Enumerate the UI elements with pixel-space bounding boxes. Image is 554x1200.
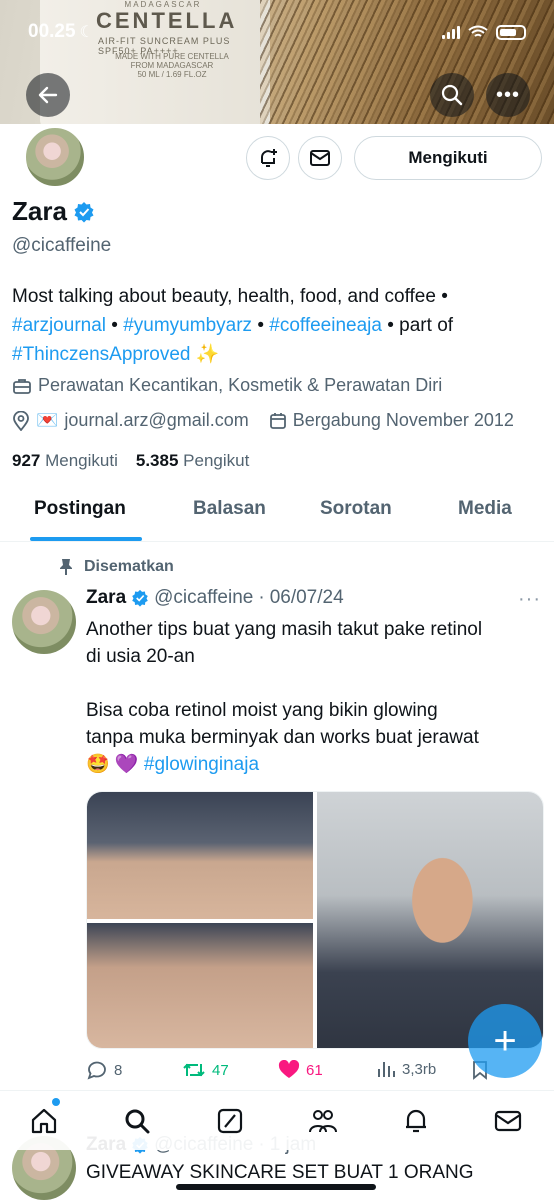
profile-handle: @cicaffeine xyxy=(12,235,112,256)
tab-media[interactable]: Media xyxy=(458,498,512,520)
briefcase-icon xyxy=(13,378,31,394)
verified-badge-icon xyxy=(132,589,148,607)
post-header: Zara @cicaffeine · 06/07/24 xyxy=(86,587,344,609)
profile-avatar[interactable] xyxy=(22,124,88,190)
nav-search[interactable] xyxy=(121,1105,153,1137)
profile-bio: Most talking about beauty, health, food,… xyxy=(12,286,454,365)
hashtag-link[interactable]: #ThinczensApproved xyxy=(12,344,191,365)
pinned-label: Disematkan xyxy=(58,558,174,576)
location-pin-icon xyxy=(13,410,29,431)
wifi-icon xyxy=(468,25,488,37)
bell-plus-icon xyxy=(261,149,277,167)
followers-count[interactable]: 5.385 Pengikut xyxy=(136,451,249,471)
hashtag-link[interactable]: #yumyumbyarz xyxy=(123,315,252,336)
post-avatar[interactable] xyxy=(12,590,76,654)
battery-icon xyxy=(496,24,526,40)
post-date[interactable]: 06/07/24 xyxy=(270,587,344,609)
profile-joined: Bergabung November 2012 xyxy=(292,410,514,430)
nav-communities[interactable] xyxy=(307,1105,339,1137)
status-bar: 00.25 ☾ xyxy=(28,18,526,46)
more-icon: ••• xyxy=(495,83,520,106)
home-indicator xyxy=(176,1184,376,1190)
message-button[interactable] xyxy=(298,136,342,180)
search-icon xyxy=(441,84,463,106)
status-time: 00.25 xyxy=(28,21,76,42)
nav-home[interactable] xyxy=(28,1105,60,1137)
hashtag-link[interactable]: #glowinginaja xyxy=(144,754,259,775)
repost-button[interactable]: 47 xyxy=(182,1060,229,1080)
grok-icon xyxy=(217,1108,243,1134)
reply-icon xyxy=(87,1061,106,1080)
views-button[interactable]: 3,3rb xyxy=(376,1060,436,1078)
love-letter-emoji: 💌 xyxy=(36,410,59,430)
hashtag-link[interactable]: #arzjournal xyxy=(12,315,106,336)
tab-replies[interactable]: Balasan xyxy=(193,498,266,520)
profile-stats: 927 Mengikuti 5.385 Pengikut xyxy=(12,451,249,471)
more-button[interactable]: ••• xyxy=(486,73,530,117)
signal-icon xyxy=(442,25,460,39)
following-button[interactable]: Mengikuti xyxy=(354,136,542,180)
verified-badge-icon xyxy=(74,201,94,222)
heart-icon xyxy=(278,1060,300,1078)
pin-icon xyxy=(60,559,72,575)
mail-icon xyxy=(494,1110,522,1132)
reply-button[interactable]: 8 xyxy=(86,1060,122,1080)
views-chart-icon xyxy=(378,1062,395,1077)
arrow-left-icon xyxy=(38,86,58,104)
banner-made-with: MADE WITH PURE CENTELLA FROM MADAGASCAR xyxy=(115,52,229,70)
post-more-icon[interactable]: ··· xyxy=(518,588,541,611)
profile-name: Zara xyxy=(12,196,95,227)
bell-icon xyxy=(406,1109,426,1133)
plus-icon: + xyxy=(493,1019,517,1063)
post-handle: @cicaffeine xyxy=(154,587,254,608)
nav-messages[interactable] xyxy=(492,1105,524,1137)
next-post-text: GIVEAWAY SKINCARE SET BUAT 1 ORANG xyxy=(86,1162,474,1183)
media-photo-eye-1[interactable] xyxy=(87,792,313,919)
profile-email: journal.arz@gmail.com xyxy=(64,410,249,430)
hashtag-link[interactable]: #coffeeineaja xyxy=(269,315,382,336)
profile-tabs: Postingan Balasan Sorotan Media xyxy=(0,484,554,542)
calendar-icon xyxy=(269,412,286,429)
notify-button[interactable] xyxy=(246,136,290,180)
banner-volume: 50 ML / 1.69 FL.OZ xyxy=(137,70,207,79)
post-media-grid xyxy=(86,791,544,1049)
mail-icon xyxy=(310,150,330,166)
profile-meta: 💌 journal.arz@gmail.com Bergabung Novemb… xyxy=(12,410,514,431)
following-count[interactable]: 927 Mengikuti xyxy=(12,451,118,471)
bottom-nav xyxy=(0,1090,554,1150)
post-text: Another tips buat yang masih takut pake … xyxy=(86,619,483,775)
home-icon xyxy=(31,1108,57,1134)
search-button[interactable] xyxy=(430,73,474,117)
post-author[interactable]: Zara xyxy=(86,587,126,609)
back-button[interactable] xyxy=(26,73,70,117)
repost-icon xyxy=(183,1063,205,1077)
nav-notifications[interactable] xyxy=(400,1105,432,1137)
search-icon xyxy=(125,1109,150,1134)
profile-name-text: Zara xyxy=(12,196,67,226)
moon-icon: ☾ xyxy=(79,24,94,41)
like-button[interactable]: 61 xyxy=(278,1060,323,1080)
communities-icon xyxy=(309,1110,337,1133)
media-photo-eye-2[interactable] xyxy=(87,923,313,1048)
home-notification-dot xyxy=(52,1098,60,1106)
tab-highlights[interactable]: Sorotan xyxy=(320,498,392,520)
tab-posts[interactable]: Postingan xyxy=(34,498,126,520)
nav-grok[interactable] xyxy=(214,1105,246,1137)
active-tab-indicator xyxy=(30,537,142,541)
compose-fab[interactable]: + xyxy=(468,1004,542,1078)
profile-category: Perawatan Kecantikan, Kosmetik & Perawat… xyxy=(12,375,442,396)
